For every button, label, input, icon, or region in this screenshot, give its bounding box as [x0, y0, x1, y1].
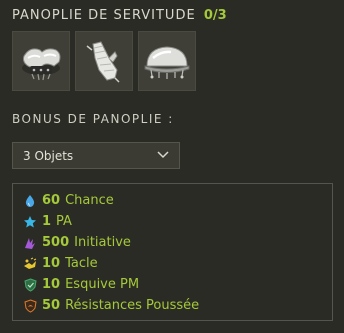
glove-icon: [86, 41, 120, 83]
bonus-label: Esquive PM: [65, 277, 140, 292]
dodge-shield-icon: [23, 277, 37, 292]
tackle-icon: [23, 257, 37, 271]
helmet-icon: [144, 46, 190, 79]
chevron-down-icon: [157, 151, 169, 159]
bonus-value: 1: [42, 214, 52, 229]
item-slot-glove[interactable]: [75, 31, 133, 91]
star-icon: [23, 215, 37, 229]
set-count: 0/3: [203, 8, 227, 23]
bonus-value: 500: [42, 235, 70, 250]
bonus-row-esquive-pm: 10 Esquive PM: [13, 274, 332, 295]
bonus-title: BONUS DE PANOPLIE :: [12, 112, 174, 126]
water-drop-icon: [23, 194, 37, 208]
bonus-value: 60: [42, 193, 61, 208]
set-panel: PANOPLIE DE SERVITUDE 0/3 BONUS DE PANOP…: [0, 0, 344, 333]
bonus-row-pa: 1 PA: [13, 211, 332, 232]
shoulder-armor-icon: [22, 48, 61, 81]
item-slot-helmet[interactable]: [138, 31, 196, 91]
bonus-value: 10: [42, 256, 61, 271]
bonus-value: 50: [42, 298, 61, 313]
bonus-row-initiative: 500 Initiative: [13, 232, 332, 253]
initiative-icon: [23, 236, 37, 250]
bonus-label: Tacle: [65, 256, 98, 271]
bonus-count-select[interactable]: 3 Objets: [12, 142, 180, 169]
bonus-row-tacle: 10 Tacle: [13, 253, 332, 274]
set-items: [12, 31, 196, 91]
item-slot-shoulder[interactable]: [12, 31, 70, 91]
set-name: PANOPLIE DE SERVITUDE: [12, 8, 196, 23]
bonus-label: Chance: [65, 193, 114, 208]
bonus-count-selected: 3 Objets: [23, 148, 74, 163]
push-resistance-icon: [23, 298, 37, 313]
bonus-list: 60 Chance 1 PA 500 Initiative 10 Tacle 1…: [12, 183, 333, 321]
bonus-value: 10: [42, 277, 61, 292]
bonus-row-resistances-poussee: 50 Résistances Poussée: [13, 295, 332, 316]
bonus-label: Initiative: [74, 235, 131, 250]
bonus-label: Résistances Poussée: [65, 298, 200, 313]
bonus-label: PA: [56, 214, 72, 229]
set-title: PANOPLIE DE SERVITUDE 0/3: [12, 8, 227, 23]
bonus-row-chance: 60 Chance: [13, 190, 332, 211]
